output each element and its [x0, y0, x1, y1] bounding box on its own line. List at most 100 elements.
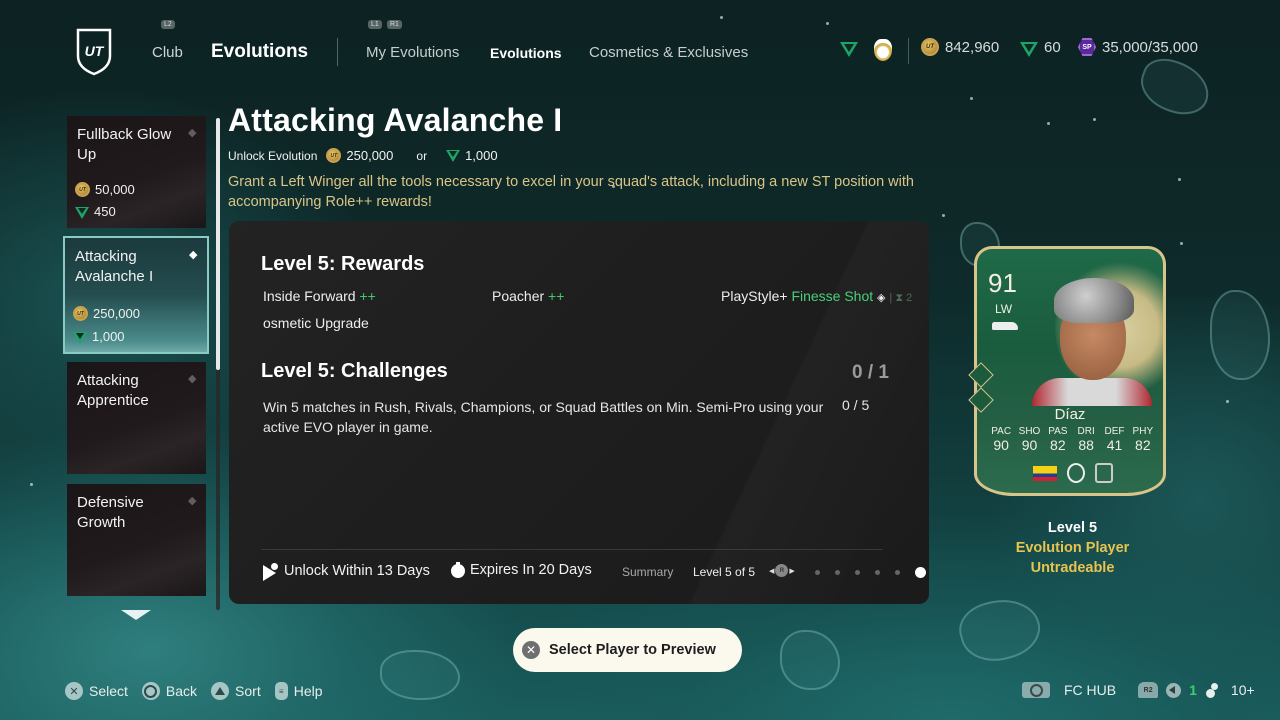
unlock-flag-icon: [263, 562, 279, 581]
unlock-cost-row: Unlock Evolution UT 250,000 or 1,000: [228, 148, 498, 163]
cross-button-icon: ✕: [522, 641, 540, 659]
player-level: Level 5: [1047, 520, 1098, 536]
stat-value: 41: [1106, 437, 1123, 453]
touchpad-button-icon: ≡: [274, 682, 288, 700]
fc-hub-icon[interactable]: [1022, 682, 1050, 698]
scroll-down-arrow-icon[interactable]: [121, 610, 151, 620]
player-rating: 91: [988, 268, 1017, 298]
ice-shard: [953, 590, 1047, 670]
boot-icon: [992, 322, 1018, 330]
fc-points-icon: [73, 331, 87, 344]
evolution-item-fullback-glow-up[interactable]: Fullback Glow Up ◆ UT 50,000 450: [67, 116, 206, 228]
sidebar-scrollbar[interactable]: [216, 118, 220, 610]
colombia-flag-icon: [1033, 465, 1057, 481]
player-photo: [1032, 270, 1152, 406]
pin-icon: ◆: [188, 495, 197, 507]
evolution-item-attacking-avalanche[interactable]: Attacking Avalanche I ◆ UT 250,000 1,000: [63, 236, 209, 354]
notification-icon[interactable]: [1166, 682, 1182, 698]
stat-label: DEF: [1104, 426, 1125, 437]
pin-icon: ◆: [189, 249, 198, 261]
scrollbar-thumb[interactable]: [216, 118, 220, 370]
fc-points-icon: [1020, 42, 1038, 57]
r-stick-icon: R: [775, 564, 789, 577]
level-dot[interactable]: [875, 570, 880, 575]
level-dots: [815, 567, 926, 578]
l1-hint-badge: L1: [368, 20, 382, 29]
cross-button-icon: ✕: [65, 682, 83, 700]
player-card[interactable]: 91 LW Díaz PAC SHO PAS DRI DEF PHY 90 90 82 88 41 8…: [968, 238, 1170, 498]
tab-my-evolutions[interactable]: My Evolutions: [366, 44, 459, 61]
reward-inside-forward: Inside Forward ++: [263, 288, 376, 304]
nav-divider: [337, 38, 338, 66]
expires-in: Expires In 20 Days: [451, 562, 592, 578]
fc-hub-label[interactable]: FC HUB: [1064, 682, 1116, 698]
coins-value: 842,960: [945, 38, 1000, 56]
coins-value: 250,000: [93, 306, 140, 321]
stat-label: PHY: [1132, 426, 1154, 437]
chevron-left-icon: ◀: [769, 567, 775, 575]
pin-icon: ◆: [188, 373, 197, 385]
club-crest-icon: [874, 39, 892, 61]
player-shirt: [1032, 378, 1152, 406]
season-points-icon: SP: [1078, 38, 1096, 56]
stat-label: PAC: [991, 426, 1012, 437]
friends-icon[interactable]: [1205, 683, 1223, 697]
fc-points-value: 60: [1044, 39, 1061, 56]
level-dot[interactable]: [895, 570, 900, 575]
level-dot[interactable]: [915, 567, 926, 578]
circle-button-icon: [141, 682, 160, 700]
unlock-points: 1,000: [465, 148, 498, 163]
unlock-coins: 250,000: [346, 148, 394, 163]
summary-tab[interactable]: Summary: [622, 565, 673, 579]
season-points-value: 35,000/35,000: [1102, 38, 1198, 56]
nav-club[interactable]: Club: [152, 44, 183, 61]
nav-evolutions[interactable]: Evolutions: [211, 41, 308, 63]
coin-icon: UT: [326, 148, 342, 163]
season-points-balance: SP 35,000/35,000: [1078, 38, 1198, 56]
stat-value: 90: [1021, 437, 1038, 453]
evolution-item-points: 450: [75, 204, 116, 219]
evolution-item-coins: UT 50,000: [75, 182, 135, 197]
notification-count: 1: [1189, 682, 1197, 698]
expires-in-label: Expires In 20 Days: [470, 562, 592, 578]
preview-button-label: Select Player to Preview: [549, 642, 716, 658]
unlock-label: Unlock Evolution: [228, 148, 318, 163]
reward-extra: | ⧗ 2: [889, 292, 913, 304]
evolution-item-coins: UT 250,000: [73, 306, 140, 321]
reward-prefix: PlayStyle+: [721, 288, 788, 304]
level-indicator: Level 5 of 5: [693, 565, 756, 579]
evolution-item-attacking-apprentice[interactable]: Attacking Apprentice ◆: [67, 362, 206, 474]
stat-value: 82: [1050, 437, 1066, 453]
fc-points-icon: [840, 42, 858, 57]
hint-back[interactable]: Back: [141, 682, 197, 700]
challenges-title: Level 5: Challenges: [261, 360, 448, 382]
player-type: Evolution Player: [1015, 540, 1130, 556]
hint-sort[interactable]: Sort: [211, 682, 261, 700]
evolution-item-title: Fullback Glow Up: [77, 126, 172, 163]
ice-shard: [380, 650, 460, 700]
level-navigator[interactable]: ◀ R ▶: [769, 564, 795, 577]
hint-select[interactable]: ✕ Select: [65, 682, 128, 700]
fc-points-balance: 60: [1020, 39, 1061, 57]
reward-playstyle-finesse-shot: PlayStyle+ Finesse Shot ◈ | ⧗ 2: [721, 288, 912, 305]
level-dot[interactable]: [835, 570, 840, 575]
reward-label: Poacher: [492, 288, 545, 304]
reward-cosmetic-upgrade: osmetic Upgrade: [263, 315, 369, 331]
playstyle-diamond-icon: ◈: [877, 292, 886, 304]
stat-value: 82: [1135, 437, 1151, 453]
select-player-preview-button[interactable]: ✕ Select Player to Preview: [513, 628, 742, 672]
tab-evolutions[interactable]: Evolutions: [490, 45, 562, 61]
level-dot[interactable]: [815, 570, 820, 575]
level-dot[interactable]: [855, 570, 860, 575]
points-value: 450: [94, 204, 116, 219]
tab-cosmetics-exclusives[interactable]: Cosmetics & Exclusives: [589, 44, 748, 61]
ice-shard: [1210, 290, 1270, 380]
reward-poacher: Poacher ++: [492, 288, 564, 304]
hint-help[interactable]: ≡ Help: [274, 682, 323, 700]
bottom-status-bar: FC HUB R2 1 10+: [1022, 682, 1255, 698]
evolution-item-defensive-growth[interactable]: Defensive Growth ◆: [67, 484, 206, 596]
r2-button-icon: R2: [1138, 682, 1159, 698]
player-name: Díaz: [1054, 406, 1086, 423]
chevron-right-icon: ▶: [789, 567, 795, 575]
player-hair: [1054, 278, 1134, 323]
